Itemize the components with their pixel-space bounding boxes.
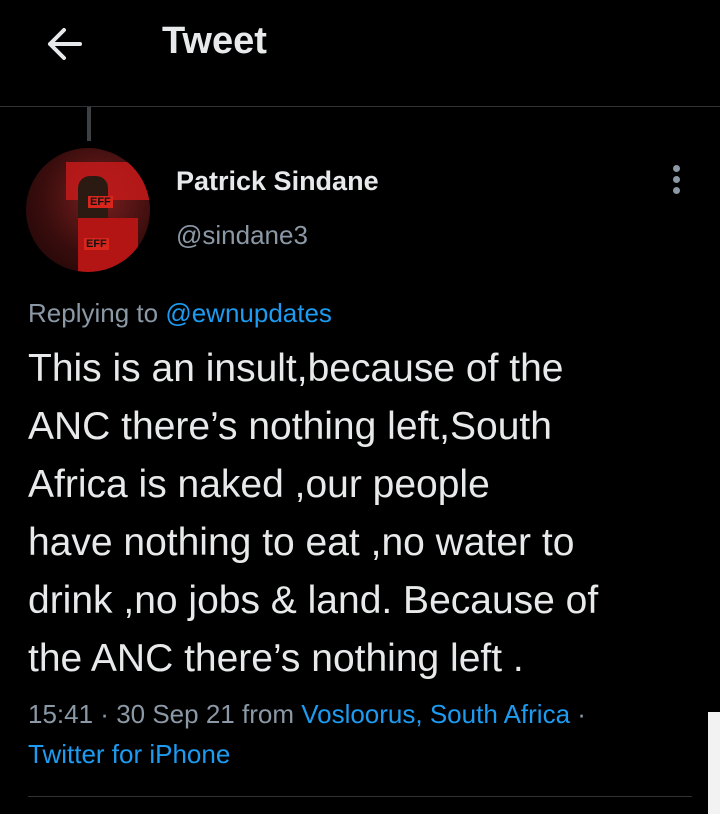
avatar-logo-text: EFF <box>88 196 113 208</box>
dot <box>672 176 680 183</box>
dot <box>672 165 680 172</box>
source-link[interactable]: Twitter for iPhone <box>28 739 230 769</box>
more-options-icon[interactable] <box>664 162 688 202</box>
from-label: from <box>234 699 302 729</box>
arrow-left-icon[interactable] <box>42 22 86 66</box>
tweet-date: 30 Sep 21 <box>116 699 235 729</box>
author-name[interactable]: Patrick Sindane <box>176 166 379 197</box>
replying-to-label: Replying to <box>28 298 166 328</box>
dot <box>672 187 680 194</box>
avatar-logo-text: EFF <box>84 238 109 250</box>
location-link[interactable]: Vosloorus, South Africa <box>301 699 570 729</box>
separator: · <box>93 699 117 729</box>
separator: · <box>570 699 586 729</box>
top-bar: Tweet <box>0 0 720 107</box>
scrollbar[interactable] <box>708 712 720 814</box>
page-title: Tweet <box>162 20 267 62</box>
avatar[interactable]: EFF EFF <box>26 148 150 272</box>
tweet-metadata: 15:41 · 30 Sep 21 from Vosloorus, South … <box>28 694 708 774</box>
tweet-time: 15:41 <box>28 699 94 729</box>
tweet-text: This is an insult,because of the ANC the… <box>28 347 599 680</box>
reply-mention-link[interactable]: @ewnupdates <box>165 298 332 328</box>
replying-to: Replying to @ewnupdates <box>28 298 332 329</box>
divider <box>28 796 692 797</box>
author-handle[interactable]: @sindane3 <box>176 220 308 251</box>
thread-connector-line <box>87 107 91 141</box>
